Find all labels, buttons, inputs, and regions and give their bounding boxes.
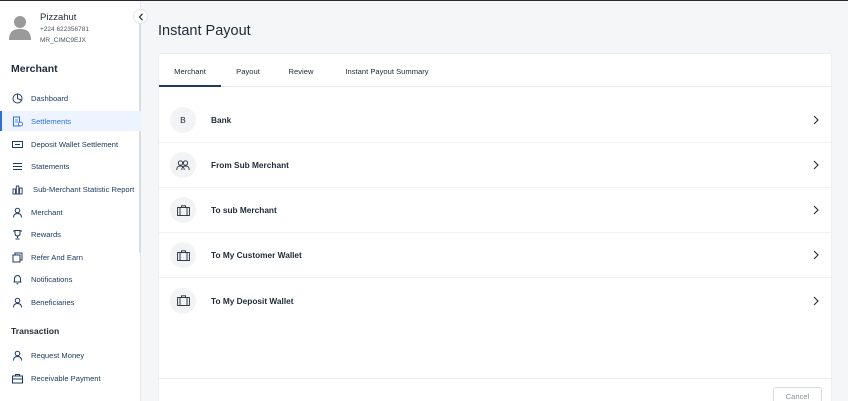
payout-card: Merchant Payout Review Instant Payout Su… <box>158 53 832 401</box>
user-icon <box>12 207 23 218</box>
briefcase-icon <box>12 373 23 384</box>
sidebar-item-notifications[interactable]: Notifications <box>0 269 141 289</box>
sidebar-item-receivable-payment[interactable]: Receivable Payment <box>0 368 141 388</box>
sidebar-item-label: Notifications <box>31 274 73 284</box>
option-label: Bank <box>211 115 232 125</box>
option-label: To My Customer Wallet <box>211 250 302 260</box>
section-title-merchant: Merchant <box>11 63 58 75</box>
profile-merchant-id: MR_CIMC9EJX <box>40 37 86 44</box>
briefcase-icon <box>170 287 196 314</box>
sidebar-item-label: Statements <box>31 161 70 171</box>
chevron-right-icon <box>811 249 821 261</box>
bar-chart-icon <box>12 184 23 195</box>
cancel-button[interactable]: Cancel <box>773 387 822 401</box>
sidebar-item-deposit-wallet-settlement[interactable]: Deposit Wallet Settlement <box>0 134 141 154</box>
profile-name: Pizzahut <box>40 12 77 23</box>
user-icon <box>12 350 23 361</box>
option-row-to-my-customer-wallet[interactable]: To My Customer Wallet <box>159 233 831 278</box>
sidebar-item-request-money[interactable]: Request Money <box>0 345 141 365</box>
sidebar-item-beneficiaries[interactable]: Beneficiaries <box>0 292 141 312</box>
option-row-to-my-deposit-wallet[interactable]: To My Deposit Wallet <box>159 278 831 323</box>
option-row-from-sub-merchant[interactable]: From Sub Merchant <box>159 143 831 188</box>
sidebar-item-dashboard[interactable]: Dashboard <box>0 88 141 108</box>
option-label: To My Deposit Wallet <box>211 295 294 306</box>
sidebar-item-label: Dashboard <box>31 93 69 103</box>
sidebar: Pizzahut +224 622356781 MR_CIMC9EJX Merc… <box>0 1 141 401</box>
section-title-transaction: Transaction <box>11 326 60 336</box>
list-icon <box>12 161 23 172</box>
profile-block: Pizzahut +224 622356781 MR_CIMC9EJX <box>9 11 134 51</box>
collapse-sidebar-button[interactable] <box>133 9 148 24</box>
sidebar-item-label: Receivable Payment <box>31 373 101 383</box>
money-icon <box>12 252 23 263</box>
tab-instant-payout-summary[interactable]: Instant Payout Summary <box>337 54 437 87</box>
chevron-right-icon <box>811 295 821 307</box>
dashboard-icon <box>12 93 23 104</box>
users-icon <box>170 152 196 178</box>
option-row-to-sub-merchant[interactable]: To sub Merchant <box>159 188 831 233</box>
chevron-right-icon <box>811 114 821 126</box>
card-footer-divider <box>159 378 831 379</box>
tab-merchant[interactable]: Merchant <box>159 54 221 87</box>
sidebar-item-label: Refer And Earn <box>31 252 83 262</box>
bank-letter-badge: B <box>170 107 196 133</box>
sidebar-item-statements[interactable]: Statements <box>0 156 141 176</box>
chevron-left-icon <box>138 12 144 21</box>
option-label: From Sub Merchant <box>211 160 289 170</box>
avatar <box>9 14 31 40</box>
sidebar-item-refer-and-earn[interactable]: Refer And Earn <box>0 247 141 267</box>
sidebar-item-rewards[interactable]: Rewards <box>0 224 141 244</box>
option-label: To sub Merchant <box>211 205 277 215</box>
briefcase-icon <box>170 242 196 268</box>
sidebar-item-label: Deposit Wallet Settlement <box>31 139 119 149</box>
sidebar-item-label: Rewards <box>31 229 61 239</box>
option-row-bank[interactable]: B Bank <box>159 98 831 143</box>
sidebar-item-label: Request Money <box>31 350 85 360</box>
sidebar-item-label: Beneficiaries <box>31 297 75 307</box>
sidebar-item-settlements[interactable]: Settlements <box>0 111 141 131</box>
wallet-icon <box>12 139 23 150</box>
sidebar-item-merchant[interactable]: Merchant <box>0 202 141 222</box>
page-title: Instant Payout <box>158 23 251 39</box>
profile-phone: +224 622356781 <box>40 26 89 33</box>
bell-icon <box>12 274 23 285</box>
sidebar-item-label: Merchant <box>31 207 63 217</box>
tab-payout[interactable]: Payout <box>227 54 269 87</box>
chevron-right-icon <box>811 159 821 171</box>
user-icon <box>12 297 23 308</box>
tab-review[interactable]: Review <box>281 54 321 87</box>
sidebar-item-label: Sub-Merchant Statistic Report <box>33 184 135 194</box>
briefcase-icon <box>170 197 196 223</box>
chevron-right-icon <box>811 204 821 216</box>
settlements-icon <box>12 116 23 127</box>
trophy-icon <box>12 229 23 240</box>
sidebar-item-sub-merchant-statistic-report[interactable]: Sub-Merchant Statistic Report <box>0 179 141 199</box>
sidebar-item-label: Settlements <box>31 116 72 126</box>
tab-bar: Merchant Payout Review Instant Payout Su… <box>159 54 831 87</box>
